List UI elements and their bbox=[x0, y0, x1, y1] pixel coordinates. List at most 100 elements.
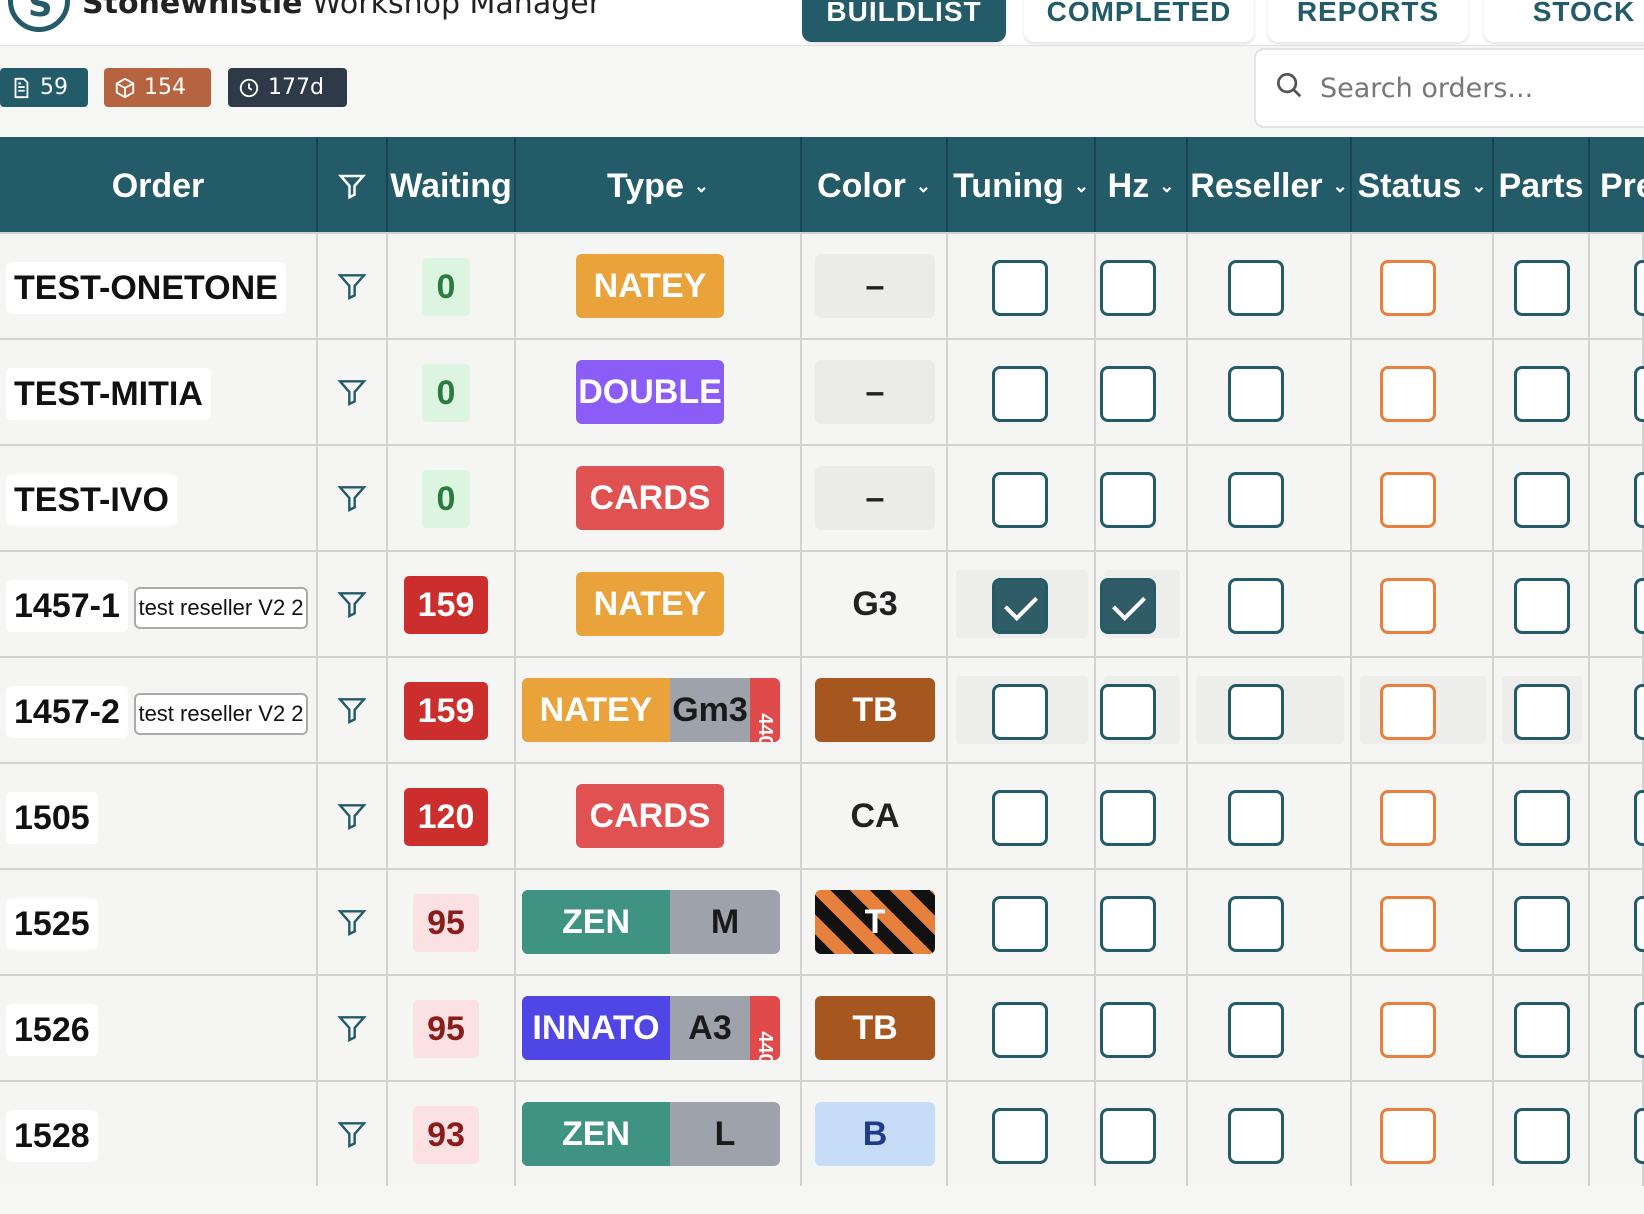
order-id[interactable]: 1526 bbox=[6, 1004, 98, 1056]
instrument-type-badge: ZEN L bbox=[522, 1102, 780, 1166]
order-id[interactable]: 1505 bbox=[6, 792, 98, 844]
document-icon bbox=[14, 77, 29, 98]
order-id[interactable]: 1528 bbox=[6, 1110, 98, 1162]
parts-checkbox[interactable] bbox=[1514, 684, 1570, 740]
tab-buildlist[interactable]: BUILDLIST bbox=[802, 0, 1006, 42]
reseller-checkbox[interactable] bbox=[1228, 790, 1284, 846]
col-reseller[interactable]: Reseller ⌄ bbox=[1188, 137, 1352, 235]
pre-checkbox[interactable] bbox=[1634, 1002, 1644, 1058]
col-filter[interactable] bbox=[318, 137, 388, 235]
reseller-checkbox[interactable] bbox=[1228, 896, 1284, 952]
pre-checkbox[interactable] bbox=[1634, 366, 1644, 422]
status-checkbox[interactable] bbox=[1380, 260, 1436, 316]
filter-icon[interactable] bbox=[336, 694, 368, 730]
order-id[interactable]: 1457-2 bbox=[6, 686, 128, 738]
parts-checkbox[interactable] bbox=[1514, 578, 1570, 634]
reseller-tag: test reseller V2 2 bbox=[134, 693, 308, 735]
hz-checkbox[interactable] bbox=[1100, 684, 1156, 740]
col-parts[interactable]: Parts bbox=[1494, 137, 1590, 235]
hz-checkbox[interactable] bbox=[1100, 1108, 1156, 1164]
col-tuning[interactable]: Tuning ⌄ bbox=[948, 137, 1096, 235]
tab-reports[interactable]: REPORTS bbox=[1268, 0, 1468, 42]
reseller-checkbox[interactable] bbox=[1228, 1108, 1284, 1164]
pre-checkbox[interactable] bbox=[1634, 896, 1644, 952]
parts-checkbox[interactable] bbox=[1514, 1108, 1570, 1164]
chevron-down-icon: ⌄ bbox=[1471, 175, 1487, 196]
pre-checkbox[interactable] bbox=[1634, 472, 1644, 528]
pre-checkbox[interactable] bbox=[1634, 790, 1644, 846]
status-checkbox[interactable] bbox=[1380, 896, 1436, 952]
tuning-checkbox[interactable] bbox=[992, 472, 1048, 528]
reseller-checkbox[interactable] bbox=[1228, 472, 1284, 528]
tuning-checkbox[interactable] bbox=[992, 790, 1048, 846]
hz-checkbox[interactable] bbox=[1100, 472, 1156, 528]
filter-icon[interactable] bbox=[336, 482, 368, 518]
hz-checkbox[interactable] bbox=[1100, 366, 1156, 422]
chevron-down-icon: ⌄ bbox=[915, 175, 931, 196]
filter-icon[interactable] bbox=[336, 800, 368, 836]
order-id[interactable]: 1525 bbox=[6, 898, 98, 950]
hz-checkbox[interactable] bbox=[1100, 578, 1156, 634]
hz-checkbox[interactable] bbox=[1100, 896, 1156, 952]
pre-checkbox[interactable] bbox=[1634, 1108, 1644, 1164]
filter-icon[interactable] bbox=[336, 588, 368, 624]
status-checkbox[interactable] bbox=[1380, 472, 1436, 528]
col-hz[interactable]: Hz ⌄ bbox=[1096, 137, 1188, 235]
hz-checkbox[interactable] bbox=[1100, 260, 1156, 316]
col-waiting[interactable]: Waiting bbox=[388, 137, 516, 235]
search-input[interactable] bbox=[1320, 68, 1640, 108]
parts-checkbox[interactable] bbox=[1514, 896, 1570, 952]
order-id[interactable]: TEST-MITIA bbox=[6, 368, 211, 420]
hz-checkbox[interactable] bbox=[1100, 1002, 1156, 1058]
order-id[interactable]: TEST-IVO bbox=[6, 474, 177, 526]
instrument-type-badge: NATEY bbox=[576, 254, 724, 318]
status-checkbox[interactable] bbox=[1380, 1108, 1436, 1164]
parts-checkbox[interactable] bbox=[1514, 366, 1570, 422]
tab-completed[interactable]: COMPLETED bbox=[1024, 0, 1254, 42]
filter-icon[interactable] bbox=[336, 1012, 368, 1048]
status-checkbox[interactable] bbox=[1380, 1002, 1436, 1058]
parts-checkbox[interactable] bbox=[1514, 472, 1570, 528]
filter-icon[interactable] bbox=[336, 376, 368, 412]
waiting-days-badge: 120 bbox=[404, 788, 488, 846]
reseller-checkbox[interactable] bbox=[1228, 260, 1284, 316]
filter-icon[interactable] bbox=[336, 1118, 368, 1154]
tuning-checkbox[interactable] bbox=[992, 1002, 1048, 1058]
reseller-checkbox[interactable] bbox=[1228, 1002, 1284, 1058]
col-type[interactable]: Type ⌄ bbox=[516, 137, 802, 235]
col-status[interactable]: Status ⌄ bbox=[1352, 137, 1494, 235]
parts-checkbox[interactable] bbox=[1514, 260, 1570, 316]
pre-checkbox[interactable] bbox=[1634, 260, 1644, 316]
tuning-checkbox[interactable] bbox=[992, 896, 1048, 952]
tab-stock[interactable]: STOCK bbox=[1484, 0, 1644, 42]
top-bar: S Stonewhistle Workshop Manager BUILDLIS… bbox=[0, 0, 1644, 46]
order-id[interactable]: TEST-ONETONE bbox=[6, 262, 286, 314]
tuning-checkbox[interactable] bbox=[992, 260, 1048, 316]
color-badge: TB bbox=[815, 996, 935, 1060]
table-row: 1505 120 CARDS CA bbox=[0, 762, 1644, 868]
col-color[interactable]: Color ⌄ bbox=[802, 137, 948, 235]
status-checkbox[interactable] bbox=[1380, 366, 1436, 422]
filter-icon[interactable] bbox=[336, 906, 368, 942]
parts-checkbox[interactable] bbox=[1514, 1002, 1570, 1058]
parts-checkbox[interactable] bbox=[1514, 790, 1570, 846]
items-count: 154 bbox=[144, 75, 186, 100]
tuning-checkbox[interactable] bbox=[992, 578, 1048, 634]
pre-checkbox[interactable] bbox=[1634, 578, 1644, 634]
reseller-checkbox[interactable] bbox=[1228, 684, 1284, 740]
tuning-checkbox[interactable] bbox=[992, 366, 1048, 422]
status-checkbox[interactable] bbox=[1380, 790, 1436, 846]
order-id[interactable]: 1457-1 bbox=[6, 580, 128, 632]
tuning-checkbox[interactable] bbox=[992, 1108, 1048, 1164]
status-checkbox[interactable] bbox=[1380, 684, 1436, 740]
reseller-checkbox[interactable] bbox=[1228, 578, 1284, 634]
tuning-checkbox[interactable] bbox=[992, 684, 1048, 740]
color-badge: – bbox=[815, 360, 935, 424]
filter-icon[interactable] bbox=[336, 270, 368, 306]
status-checkbox[interactable] bbox=[1380, 578, 1436, 634]
hz-checkbox[interactable] bbox=[1100, 790, 1156, 846]
col-order[interactable]: Order bbox=[0, 137, 318, 235]
pre-checkbox[interactable] bbox=[1634, 684, 1644, 740]
reseller-checkbox[interactable] bbox=[1228, 366, 1284, 422]
col-pre[interactable]: Pre bbox=[1590, 137, 1644, 235]
